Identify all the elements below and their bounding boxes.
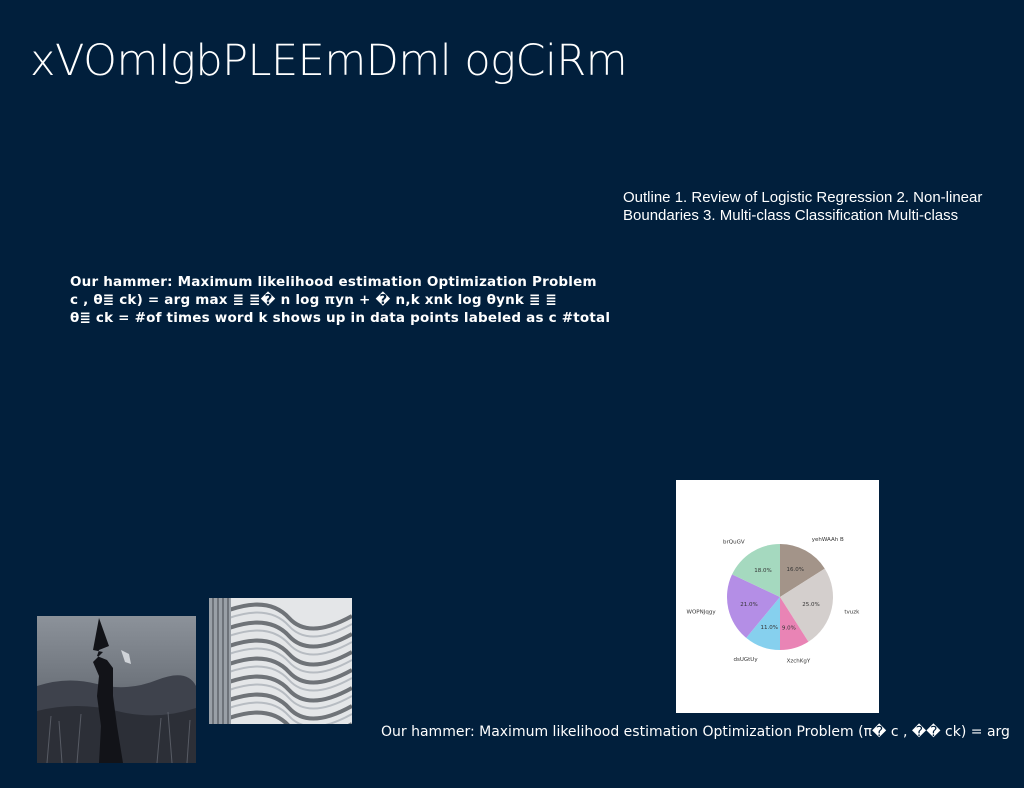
pie-chart: 16.0% yehWAAh B 25.0% tvuzk 9.0% XzchKgY 11.0%… [687,537,861,664]
hammer-text-block: Our hammer: Maximum likelihood estimatio… [70,273,670,327]
slide-title: xVOmIgbPLEEmDml ogCiRm [30,36,628,86]
pie-pct-label-3: 11.0% [760,625,777,631]
pie-category-label-5: brQuGV [723,539,745,545]
pie-category-label-3: dsUGtUy [734,657,759,663]
pie-pct-label-1: 25.0% [802,602,819,608]
hammer-line-3: θ≣ ck = #of times word k shows up in dat… [70,310,611,326]
pie-category-label-4: WOPNJqgy [687,609,717,615]
pie-pct-label-5: 18.0% [754,568,771,574]
hammer-line-1: Our hammer: Maximum likelihood estimatio… [70,274,597,290]
outline-text: Outline 1. Review of Logistic Regression… [623,189,983,224]
silhouette-figure-photo [37,616,196,763]
curved-building-photo [209,598,352,724]
pie-category-label-0: yehWAAh B [812,537,844,543]
pie-pct-label-0: 16.0% [787,567,804,573]
hammer-line-2: c , θ≣ ck) = arg max ≣ ≣� n log πyn + � … [70,292,557,308]
pie-category-label-2: XzchKgY [787,658,811,664]
caption-text: Our hammer: Maximum likelihood estimatio… [381,724,1010,740]
pie-category-label-1: tvuzk [844,609,860,615]
pie-pct-label-2: 9.0% [782,626,796,632]
pie-chart-card: 16.0% yehWAAh B 25.0% tvuzk 9.0% XzchKgY 11.0%… [676,480,879,713]
pie-pct-label-4: 21.0% [740,602,757,608]
